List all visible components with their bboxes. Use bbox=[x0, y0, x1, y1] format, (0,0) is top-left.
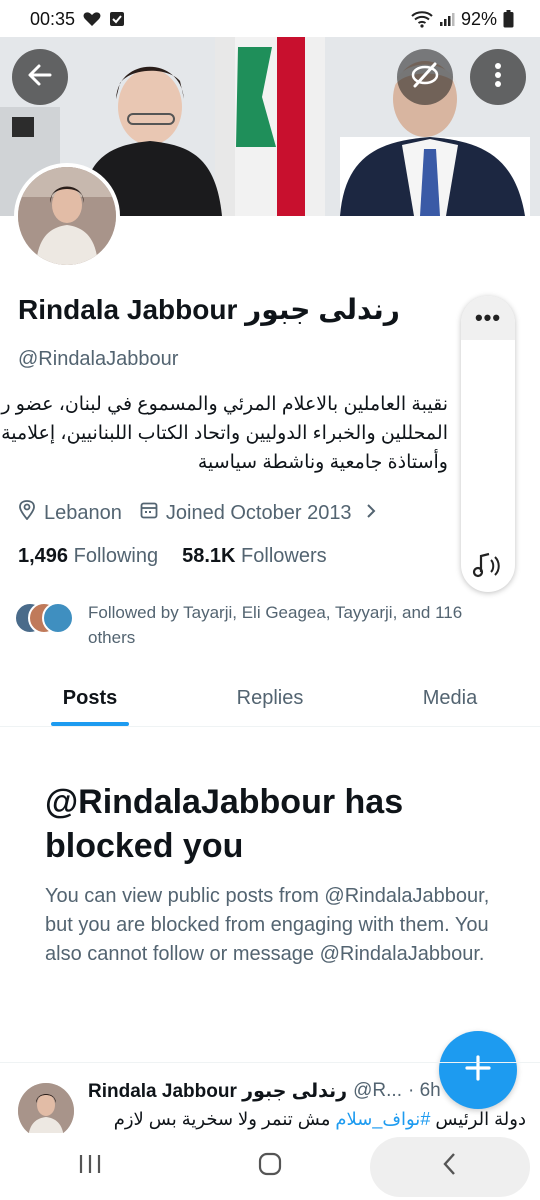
post-item[interactable]: Rindala Jabbour رندلى جبور @R... · 6h دو… bbox=[0, 1063, 540, 1143]
followers-label: Followers bbox=[241, 545, 327, 567]
profile-meta: Lebanon Joined October 2013 bbox=[18, 500, 376, 526]
followers-stat[interactable]: 58.1K Followers bbox=[182, 545, 327, 568]
tab-replies[interactable]: Replies bbox=[180, 670, 360, 726]
followed-by-avatars bbox=[14, 600, 76, 636]
status-time: 00:35 bbox=[30, 8, 76, 29]
bio-line: المحللين والخبراء الدوليين واتحاد الكتاب… bbox=[0, 423, 448, 444]
post-text-prefix: دولة الرئيس bbox=[430, 1109, 526, 1129]
post-text: دولة الرئيس #نواف_سلام مش تنمر ولا سخرية… bbox=[86, 1109, 526, 1130]
system-nav-bar bbox=[0, 1133, 540, 1200]
profile-name-row: Rindala Jabbour رندلى جبور bbox=[18, 293, 400, 326]
post-text-suffix: مش تنمر ولا سخرية بس لازم bbox=[113, 1109, 336, 1129]
battery-percent: 92% bbox=[460, 8, 497, 29]
following-stat[interactable]: 1,496 Following bbox=[18, 545, 158, 568]
profile-joined[interactable]: Joined October 2013 bbox=[140, 501, 376, 525]
back-nav-button[interactable] bbox=[370, 1136, 530, 1197]
battery-icon bbox=[503, 10, 514, 28]
tab-media[interactable]: Media bbox=[360, 670, 540, 726]
profile-bio: نقيبة العاملين بالاعلام المرئي والمسموع … bbox=[0, 390, 448, 484]
profile-avatar[interactable] bbox=[14, 163, 120, 269]
floating-side-panel[interactable]: ••• bbox=[461, 296, 515, 592]
music-sound-icon[interactable] bbox=[469, 546, 507, 584]
avatar-photo bbox=[18, 167, 116, 265]
signal-icon bbox=[439, 11, 455, 27]
tab-label: Replies bbox=[236, 686, 304, 709]
calendar-icon bbox=[140, 501, 158, 525]
post-author-handle: @R... bbox=[353, 1080, 402, 1101]
home-button[interactable] bbox=[190, 1137, 350, 1197]
followed-by-text: Followed by Tayarji, Eli Geagea, Tayyarj… bbox=[88, 603, 463, 647]
recent-apps-button[interactable] bbox=[10, 1137, 170, 1197]
avatar bbox=[42, 602, 74, 634]
profile-handle: @RindalaJabbour bbox=[18, 348, 179, 370]
bio-line: وأستاذة جامعية وناشطة سياسية bbox=[197, 452, 448, 473]
avatar[interactable] bbox=[18, 1083, 74, 1139]
following-label: Following bbox=[73, 545, 159, 567]
location-pin-icon bbox=[18, 500, 36, 526]
tab-posts[interactable]: Posts bbox=[0, 670, 180, 726]
blocked-indicator-button[interactable] bbox=[397, 49, 453, 105]
recent-apps-icon bbox=[78, 1153, 102, 1180]
chevron-right-icon bbox=[366, 502, 376, 525]
side-panel-more-button[interactable]: ••• bbox=[461, 296, 515, 340]
back-chevron-icon bbox=[442, 1152, 458, 1181]
post-header: Rindala Jabbour رندلى جبور @R... · 6h bbox=[88, 1080, 441, 1103]
blocked-body: You can view public posts from @RindalaJ… bbox=[45, 885, 490, 965]
wifi-icon bbox=[411, 10, 433, 28]
more-options-button[interactable] bbox=[470, 49, 526, 105]
blocked-eye-icon bbox=[409, 59, 441, 96]
followers-count: 58.1K bbox=[182, 545, 236, 567]
checkbox-icon bbox=[109, 11, 125, 27]
profile-stats: 1,496 Following 58.1K Followers bbox=[18, 545, 327, 568]
tab-label: Posts bbox=[62, 686, 118, 709]
heart-icon bbox=[83, 11, 101, 27]
post-time: · 6h bbox=[407, 1080, 441, 1101]
profile-tabs: Posts Replies Media bbox=[0, 670, 540, 727]
status-bar: 00:35 92% bbox=[0, 0, 540, 38]
tab-label: Media bbox=[422, 686, 478, 709]
post-hashtag[interactable]: #نواف_سلام bbox=[335, 1109, 430, 1129]
profile-location: Lebanon bbox=[18, 500, 122, 526]
bio-line: نقيبة العاملين بالاعلام المرئي والمسموع … bbox=[0, 394, 448, 415]
location-label: Lebanon bbox=[44, 501, 122, 524]
back-arrow-icon bbox=[26, 61, 54, 94]
tab-active-indicator bbox=[51, 722, 129, 726]
more-vertical-icon bbox=[493, 62, 503, 93]
blocked-title: @RindalaJabbour has blocked you bbox=[45, 783, 404, 865]
back-button[interactable] bbox=[12, 49, 68, 105]
following-count: 1,496 bbox=[18, 545, 69, 567]
post-author-name[interactable]: Rindala Jabbour رندلى جبور bbox=[88, 1080, 347, 1103]
home-circle-icon bbox=[258, 1152, 282, 1181]
joined-label: Joined October 2013 bbox=[165, 501, 352, 524]
profile-display-name: Rindala Jabbour رندلى جبور bbox=[18, 294, 400, 325]
followed-by-row[interactable]: Followed by Tayarji, Eli Geagea, Tayyarj… bbox=[14, 600, 498, 650]
